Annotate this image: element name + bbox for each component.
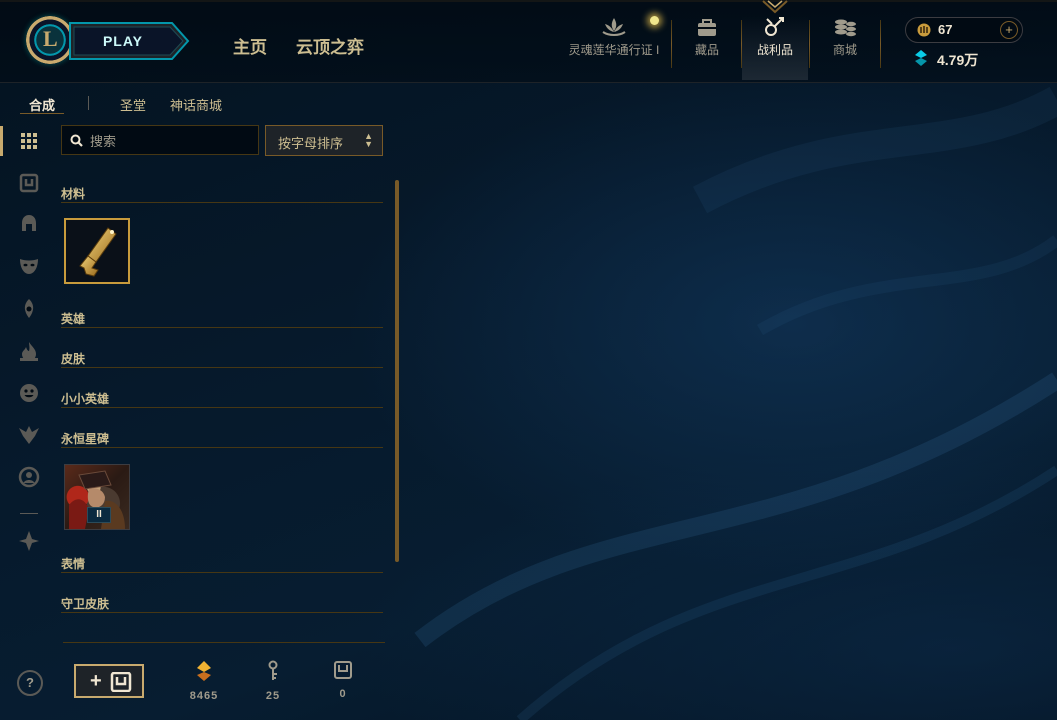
- coins-icon: [835, 19, 856, 37]
- nav-store[interactable]: 商城: [812, 16, 878, 80]
- chest-icon: [110, 672, 132, 692]
- category-emotes[interactable]: 表情: [61, 552, 383, 573]
- category-label: 小小英雄: [61, 392, 110, 406]
- category-ward-skins[interactable]: 守卫皮肤: [61, 592, 383, 613]
- bottom-divider: [63, 642, 385, 643]
- chest-icon: [19, 173, 39, 193]
- category-little-legends[interactable]: 小小英雄: [61, 387, 383, 408]
- category-label: 英雄: [61, 312, 86, 326]
- nav-collection-label: 藏品: [694, 43, 719, 57]
- category-label: 表情: [61, 557, 86, 571]
- league-logo-icon: L: [26, 16, 74, 64]
- nav-pass-label: 灵魂莲华通行证 I: [568, 43, 660, 57]
- top-navigation: L PLAY 主页 云顶之弈 灵魂莲华通行证 I 藏品 战利品 商城 67 + …: [0, 0, 1057, 83]
- keys-value: 25: [265, 690, 281, 702]
- rail-emotes[interactable]: [16, 380, 42, 406]
- rail-tft[interactable]: [16, 339, 42, 365]
- mask-icon: [20, 259, 38, 274]
- search-icon: [70, 134, 83, 147]
- rail-icons[interactable]: [16, 422, 42, 448]
- tab-mythic-shop[interactable]: 神话商城: [170, 95, 222, 114]
- rail-divider: [20, 513, 38, 514]
- play-button[interactable]: PLAY: [68, 22, 190, 60]
- play-label: PLAY: [102, 33, 144, 49]
- key-fragment-icon: [79, 227, 117, 277]
- category-label: 材料: [61, 187, 86, 201]
- nav-separator: [880, 20, 881, 68]
- orange-essence-counter: 8465: [184, 660, 224, 702]
- nav-loot[interactable]: 战利品: [742, 16, 808, 80]
- category-label: 永恒星碑: [61, 432, 110, 446]
- nav-loot-label: 战利品: [756, 43, 793, 57]
- lotus-icon: [602, 18, 626, 36]
- ward-icon: [24, 299, 34, 318]
- category-label: 守卫皮肤: [61, 597, 110, 611]
- helmet-icon: [22, 215, 36, 231]
- summoner-icon: [18, 466, 40, 488]
- loot-icon: [765, 17, 784, 36]
- rail-eternals[interactable]: [16, 528, 42, 554]
- orange-essence-value: 8465: [189, 690, 219, 702]
- blue-essence-value: 4.79万: [937, 52, 979, 68]
- tile-badge: II: [87, 507, 111, 523]
- nav-home[interactable]: 主页: [233, 33, 267, 58]
- bag-icon: [698, 19, 716, 36]
- keys-counter: 25: [253, 660, 293, 702]
- plus-label: +: [90, 670, 102, 692]
- chest-icon: [334, 661, 352, 679]
- blue-essence-icon: [915, 50, 927, 66]
- nav-pass[interactable]: 灵魂莲华通行证 I: [566, 16, 662, 80]
- rail-grid[interactable]: [16, 128, 42, 154]
- grid-icon: [21, 133, 37, 149]
- nav-separator: [809, 20, 810, 68]
- sort-label: 按字母排序: [278, 136, 344, 151]
- tab-separator: [88, 96, 89, 110]
- nav-tft[interactable]: 云顶之弈: [296, 33, 364, 58]
- help-button[interactable]: ?: [17, 670, 43, 696]
- riot-points-value: 67: [938, 22, 953, 37]
- eternals-icon: [19, 531, 39, 551]
- chests-counter: 0: [323, 660, 363, 700]
- search-box[interactable]: [61, 125, 259, 156]
- active-tab-underline: [20, 113, 64, 114]
- rail-summoner[interactable]: [16, 464, 42, 490]
- emote-face-icon: [20, 384, 38, 402]
- tab-sanctum[interactable]: 圣堂: [120, 95, 146, 114]
- active-chevron-icon: [762, 0, 788, 14]
- riot-points-box: 67 +: [905, 17, 1023, 43]
- loot-tile-key-fragment[interactable]: [64, 218, 130, 284]
- rail-active-indicator: [0, 126, 3, 156]
- rail-champions[interactable]: [16, 211, 42, 237]
- logo-letter: L: [43, 26, 58, 51]
- sort-dropdown[interactable]: 按字母排序 ▲ ▼: [265, 125, 383, 156]
- category-materials[interactable]: 材料: [61, 182, 383, 203]
- sort-arrows-icon: ▲ ▼: [364, 131, 373, 149]
- nav-collection[interactable]: 藏品: [674, 16, 740, 80]
- rail-wards[interactable]: [16, 296, 42, 322]
- flame-icon: [20, 342, 38, 361]
- icon-badge-icon: [19, 426, 39, 444]
- buy-rp-button[interactable]: +: [1000, 21, 1018, 39]
- rail-chests[interactable]: [16, 170, 42, 196]
- key-icon: [268, 660, 278, 680]
- rail-skins[interactable]: [16, 253, 42, 279]
- chests-value: 0: [339, 688, 347, 700]
- riot-points-icon: [917, 23, 931, 37]
- list-scrollbar[interactable]: [395, 180, 399, 562]
- category-champions[interactable]: 英雄: [61, 307, 383, 328]
- category-eternals[interactable]: 永恒星碑: [61, 427, 383, 448]
- craft-chest-button[interactable]: +: [74, 664, 144, 698]
- loot-tile-eternals[interactable]: II: [64, 464, 130, 530]
- tab-craft[interactable]: 合成: [29, 95, 55, 114]
- orange-essence-icon: [197, 661, 211, 681]
- category-skins[interactable]: 皮肤: [61, 347, 383, 368]
- category-label: 皮肤: [61, 352, 86, 366]
- nav-store-label: 商城: [832, 43, 857, 57]
- nav-separator: [671, 20, 672, 68]
- search-input[interactable]: [88, 126, 257, 156]
